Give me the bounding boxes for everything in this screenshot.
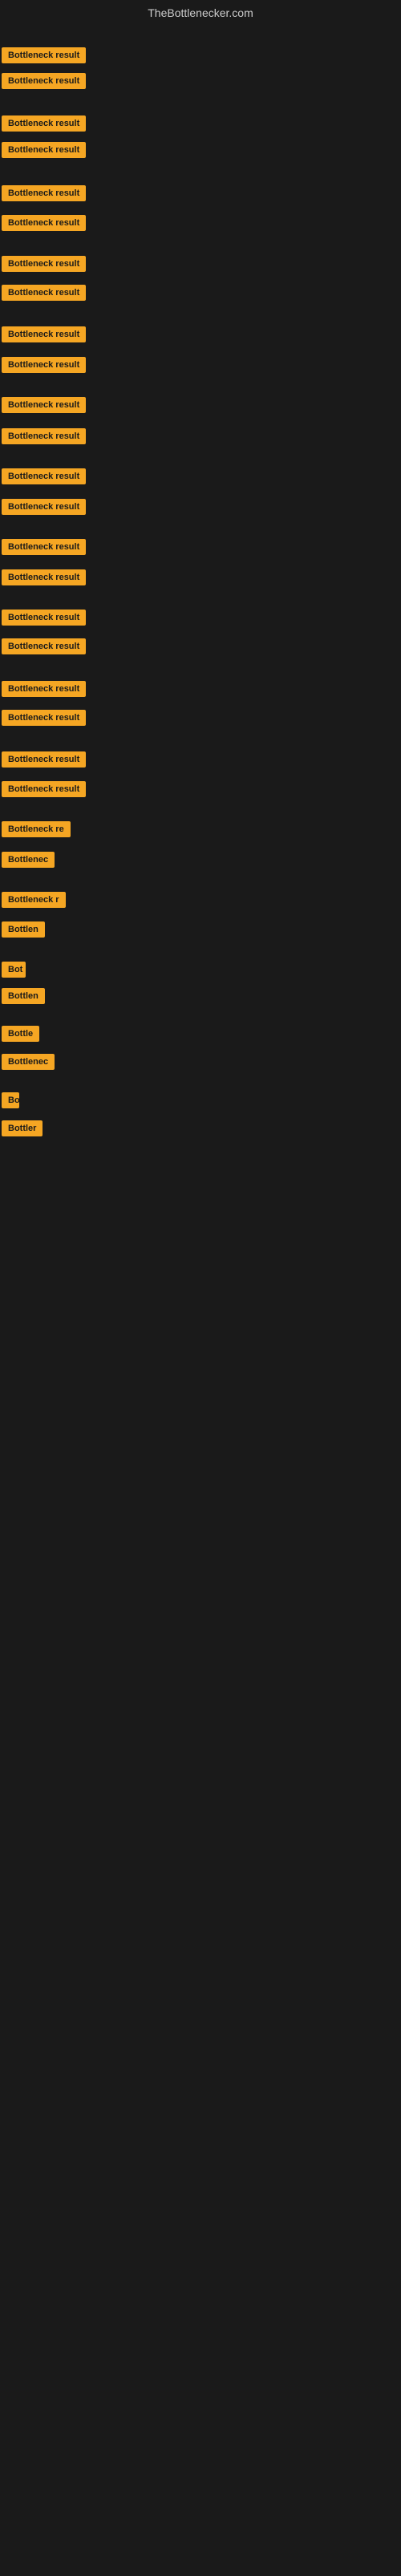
list-item: Bottleneck result (2, 427, 86, 450)
list-item: Bottleneck result (2, 46, 86, 69)
list-item: Bottleneck result (2, 467, 86, 490)
list-item: Bottleneck result (2, 283, 86, 306)
list-item: Bottleneck result (2, 497, 86, 520)
bottleneck-badge: Bottleneck result (2, 610, 86, 626)
bottleneck-badge: Bottleneck result (2, 142, 86, 158)
bottleneck-badge: Bot (2, 962, 26, 978)
list-item: Bottleneck result (2, 537, 86, 561)
list-item: Bottleneck result (2, 780, 86, 803)
list-item: Bottleneck result (2, 637, 86, 660)
list-item: Bottleneck result (2, 355, 86, 379)
bottleneck-badge: Bottleneck result (2, 73, 86, 89)
list-item: Bottleneck r (2, 890, 66, 913)
list-item: Bottlen (2, 920, 45, 943)
list-item: Bottleneck result (2, 608, 86, 631)
list-item: Bottleneck re (2, 820, 71, 843)
bottleneck-badge: Bottler (2, 1120, 43, 1136)
site-title: TheBottlenecker.com (0, 0, 401, 26)
bottleneck-badge: Bo (2, 1092, 19, 1108)
list-item: Bottleneck result (2, 184, 86, 207)
list-item: Bottleneck result (2, 140, 86, 164)
list-item: Bot (2, 960, 26, 983)
list-item: Bottler (2, 1119, 43, 1142)
list-item: Bottleneck result (2, 395, 86, 419)
bottleneck-badge: Bottleneck result (2, 638, 86, 654)
list-item: Bottleneck result (2, 750, 86, 773)
list-item: Bottleneck result (2, 71, 86, 95)
bottleneck-badge: Bottleneck result (2, 397, 86, 413)
bottleneck-badge: Bottleneck result (2, 47, 86, 63)
list-item: Bottleneck result (2, 679, 86, 703)
list-item: Bo (2, 1091, 19, 1114)
items-container: Bottleneck result Bottleneck result Bottle… (0, 26, 401, 2576)
list-item: Bottleneck result (2, 114, 86, 137)
bottleneck-badge: Bottleneck result (2, 468, 86, 484)
bottleneck-badge: Bottleneck result (2, 499, 86, 515)
bottleneck-badge: Bottleneck re (2, 821, 71, 837)
bottleneck-badge: Bottleneck result (2, 185, 86, 201)
list-item: Bottlen (2, 986, 45, 1010)
list-item: Bottleneck result (2, 213, 86, 237)
bottleneck-badge: Bottleneck result (2, 115, 86, 132)
bottleneck-badge: Bottleneck result (2, 428, 86, 444)
list-item: Bottleneck result (2, 708, 86, 731)
bottleneck-badge: Bottlen (2, 921, 45, 938)
bottleneck-badge: Bottlenec (2, 852, 55, 868)
bottleneck-badge: Bottlen (2, 988, 45, 1004)
list-item: Bottlenec (2, 850, 55, 873)
bottleneck-badge: Bottleneck result (2, 751, 86, 768)
bottleneck-badge: Bottleneck result (2, 681, 86, 697)
bottleneck-badge: Bottleneck result (2, 256, 86, 272)
bottleneck-badge: Bottleneck r (2, 892, 66, 908)
bottleneck-badge: Bottle (2, 1026, 39, 1042)
bottleneck-badge: Bottlenec (2, 1054, 55, 1070)
list-item: Bottleneck result (2, 568, 86, 591)
bottleneck-badge: Bottleneck result (2, 215, 86, 231)
bottleneck-badge: Bottleneck result (2, 539, 86, 555)
list-item: Bottle (2, 1024, 39, 1047)
bottleneck-badge: Bottleneck result (2, 710, 86, 726)
list-item: Bottleneck result (2, 254, 86, 277)
list-item: Bottleneck result (2, 325, 86, 348)
bottleneck-badge: Bottleneck result (2, 781, 86, 797)
list-item: Bottlenec (2, 1052, 55, 1075)
bottleneck-badge: Bottleneck result (2, 569, 86, 585)
bottleneck-badge: Bottleneck result (2, 326, 86, 342)
bottleneck-badge: Bottleneck result (2, 357, 86, 373)
bottleneck-badge: Bottleneck result (2, 285, 86, 301)
